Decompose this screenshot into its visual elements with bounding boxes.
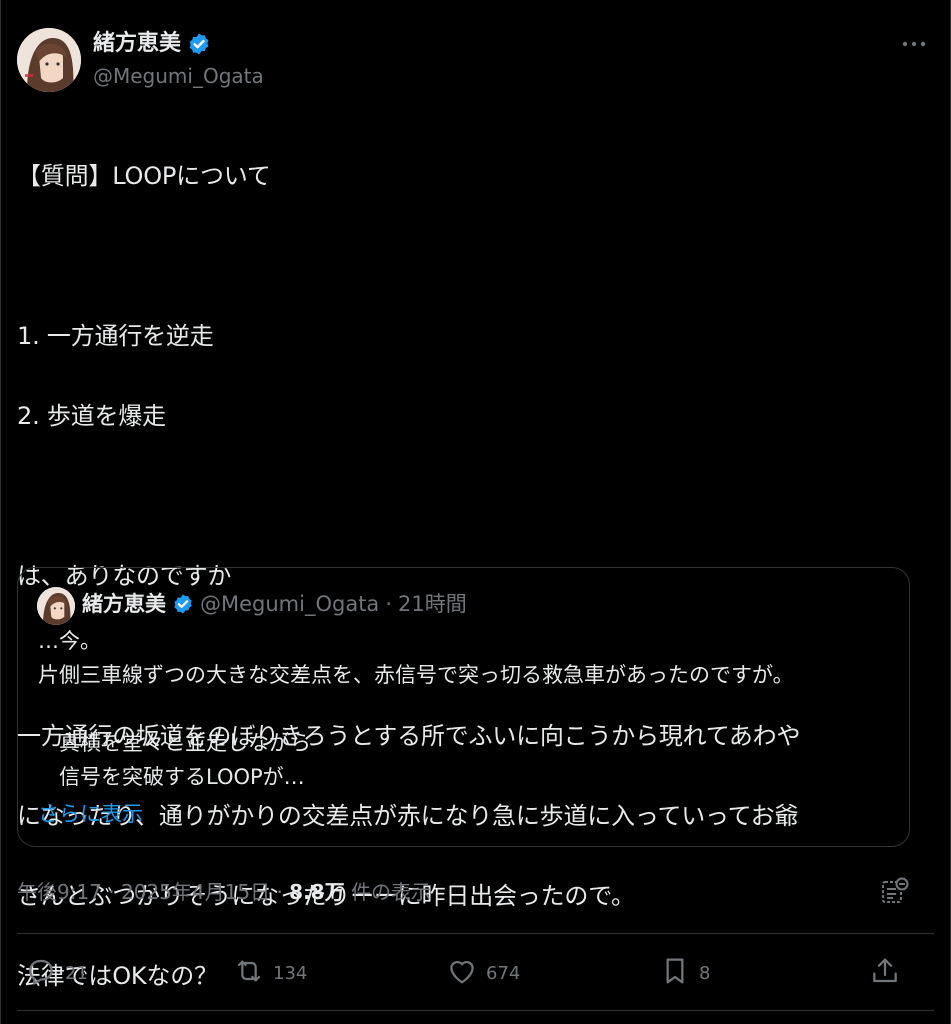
quote-separator: · — [385, 592, 392, 616]
like-icon — [446, 955, 478, 992]
meta-separator: · — [108, 880, 115, 904]
quote-avatar — [37, 587, 75, 625]
more-icon[interactable] — [898, 32, 930, 56]
show-more-link[interactable]: さらに表示 — [38, 797, 143, 831]
action-bar: 21 134 674 8 — [17, 951, 934, 995]
author-name-row: 緒方恵美 — [93, 30, 211, 58]
tweet-meta: 午後9:17 · 2025年4月15日 · 8.8万 件の表示 — [17, 874, 431, 910]
retweet-count: 134 — [273, 962, 308, 984]
reply-button[interactable]: 21 — [25, 951, 88, 995]
quote-text: …今。 片側三車線ずつの大きな交差点を、赤信号で突っ切る救急車があったのですが。… — [38, 624, 898, 794]
meta-separator: · — [276, 880, 283, 904]
share-icon — [869, 955, 901, 992]
views-count: 8.8万 — [289, 880, 345, 904]
tweet-line — [17, 476, 917, 516]
quote-line: 片側三車線ずつの大きな交差点を、赤信号で突っ切る救急車があったのですが。 — [38, 663, 794, 687]
quote-time: 21時間 — [398, 592, 467, 616]
tweet-line — [17, 236, 917, 276]
retweet-icon — [233, 955, 265, 992]
reply-count: 21 — [65, 962, 88, 984]
reply-icon — [25, 955, 57, 992]
retweet-button[interactable]: 134 — [233, 951, 307, 995]
quote-line: …今。 — [38, 629, 101, 653]
quote-handle: @Megumi_Ogata — [200, 592, 380, 616]
quote-line: 信号を突破するLOOPが… — [38, 765, 305, 789]
author-handle[interactable]: @Megumi_Ogata — [93, 64, 264, 88]
bookmark-icon — [659, 955, 691, 992]
tweet-header: 緒方恵美 @Megumi_Ogata — [17, 28, 934, 92]
avatar[interactable] — [17, 28, 81, 92]
quote-line — [38, 692, 898, 726]
bookmark-count: 8 — [699, 962, 711, 984]
quote-display-name: 緒方恵美 — [82, 592, 166, 616]
bookmark-button[interactable]: 8 — [659, 951, 710, 995]
tweet-line: 1. 一方通行を逆走 — [17, 322, 214, 350]
tweet-line: 【質問】LOOPについて — [17, 162, 271, 190]
divider — [17, 1010, 934, 1011]
post-time[interactable]: 午後9:17 — [17, 880, 102, 904]
like-button[interactable]: 674 — [446, 951, 520, 995]
verified-badge-icon — [187, 32, 211, 56]
share-button[interactable] — [869, 951, 901, 995]
like-count: 674 — [486, 962, 521, 984]
divider — [17, 933, 934, 934]
quote-line: 真横を堂々と並走しながら — [38, 731, 311, 755]
analytics-icon[interactable] — [880, 876, 910, 906]
verified-badge-icon — [172, 593, 194, 615]
post-date[interactable]: 2025年4月15日 — [121, 880, 270, 904]
tweet-detail: 緒方恵美 @Megumi_Ogata 【質問】LOOPについて 1. 一方通行を… — [0, 0, 951, 1024]
quote-header: 緒方恵美 @Megumi_Ogata · 21時間 — [82, 590, 467, 618]
display-name[interactable]: 緒方恵美 — [93, 30, 181, 58]
tweet-line: 2. 歩道を爆走 — [17, 402, 166, 430]
views-label: 件の表示 — [350, 880, 431, 904]
quoted-tweet[interactable]: 緒方恵美 @Megumi_Ogata · 21時間 …今。 片側三車線ずつの大き… — [17, 567, 910, 847]
